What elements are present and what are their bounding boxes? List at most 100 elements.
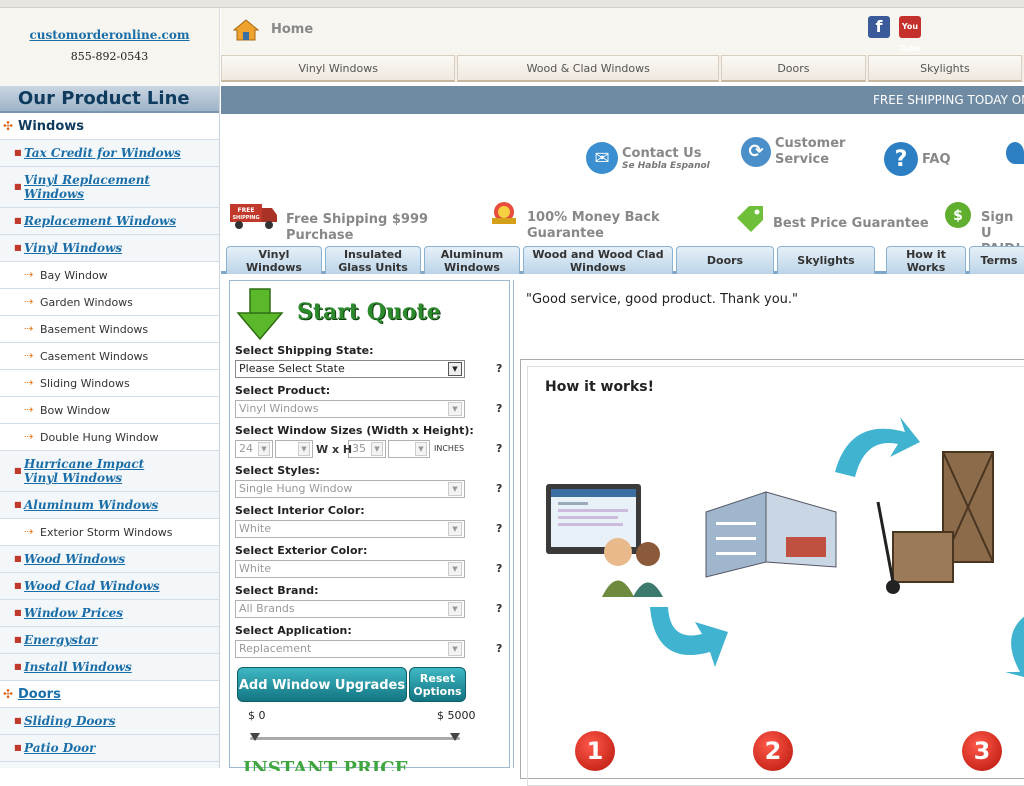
price-slider-max-handle[interactable] <box>450 733 460 741</box>
sidebar-item-label: Double Hung Window <box>40 430 159 444</box>
sidebar-item[interactable]: ⇢ Casement Windows <box>0 343 219 370</box>
sidebar-item[interactable]: ■ Sliding Doors <box>0 708 219 735</box>
add-window-upgrades-button[interactable]: Add Window Upgrades <box>237 667 407 702</box>
contact-us-link[interactable]: ✉ Contact Us Se Habla Espanol <box>586 142 710 174</box>
cat-tab-vinyl-windows[interactable]: Vinyl Windows <box>226 246 322 274</box>
sidebar-item-label: Wood Windows <box>24 552 126 566</box>
sidebar-item[interactable]: ⇢ Exterior Storm Windows <box>0 519 219 546</box>
free-shipping-line2: Purchase <box>286 228 354 243</box>
faq-link[interactable]: ? FAQ <box>884 142 951 176</box>
nav-tab-doors[interactable]: Doors <box>720 55 866 82</box>
cat-tab-wood-clad[interactable]: Wood and Wood Clad Windows <box>523 246 673 274</box>
product-help-icon[interactable]: ? <box>496 402 502 415</box>
sidebar-item[interactable]: ■ Energystar <box>0 627 219 654</box>
application-help-icon[interactable]: ? <box>496 642 502 655</box>
sidebar-item-label: Wood Clad Windows <box>24 579 160 593</box>
bullet-icon: ■ <box>14 716 22 725</box>
cat-tab-how-it-works[interactable]: How it Works <box>886 246 966 274</box>
reset-options-button[interactable]: Reset Options <box>409 667 466 702</box>
styles-select[interactable]: Single Hung Window ▼ <box>235 480 465 498</box>
start-quote-banner: Start Quote <box>235 287 465 343</box>
main-content: "Good service, good product. Thank you."… <box>513 280 1024 786</box>
start-quote-title: Start Quote <box>297 299 441 325</box>
sidebar-item[interactable]: ⇢ Garden Windows <box>0 289 219 316</box>
sidebar-item[interactable]: ✣ Doors <box>0 681 219 708</box>
computer-people-illustration <box>546 484 663 597</box>
customer-service-link[interactable]: ⟳ Customer Service <box>741 136 845 168</box>
sidebar-item[interactable]: ■ Wood Windows <box>0 546 219 573</box>
brand-value: All Brands <box>239 602 295 615</box>
interior-color-help-icon[interactable]: ? <box>496 522 502 535</box>
bullet-icon: ■ <box>14 743 22 752</box>
home-link[interactable]: Home <box>271 22 313 37</box>
nav-tab-skylights[interactable]: Skylights <box>867 55 1022 82</box>
brand-select[interactable]: All Brands ▼ <box>235 600 465 618</box>
te-link[interactable]: Te <box>1006 136 1024 170</box>
cat-tab-doors[interactable]: Doors <box>676 246 774 274</box>
width-select[interactable]: 24 ▼ <box>235 440 273 458</box>
sidebar-item[interactable]: ■ Wood Clad Windows <box>0 573 219 600</box>
price-range-slider[interactable] <box>250 733 460 741</box>
shipping-state-help-icon[interactable]: ? <box>496 362 502 375</box>
window-size-label: Select Window Sizes (Width x Height): <box>235 424 474 437</box>
exterior-color-select[interactable]: White ▼ <box>235 560 465 578</box>
sidebar-item[interactable]: ■ Window Prices <box>0 600 219 627</box>
sidebar-item[interactable]: ■ Vinyl Windows <box>0 235 219 262</box>
best-price-label: Best Price Guarantee <box>773 216 929 231</box>
sidebar-item[interactable]: ■ Replacement Windows <box>0 208 219 235</box>
sidebar-item[interactable]: ⇢ Bow Window <box>0 397 219 424</box>
bullet-icon: ■ <box>14 182 22 191</box>
dollar-icon: $ <box>945 202 971 228</box>
sidebar-item[interactable]: ⇢ Sliding Windows <box>0 370 219 397</box>
brand-help-icon[interactable]: ? <box>496 602 502 615</box>
cat-tab-skylights[interactable]: Skylights <box>777 246 875 274</box>
cat-tab-terms[interactable]: Terms <box>969 246 1024 274</box>
arrow-bullet-icon: ⇢ <box>24 525 34 538</box>
sidebar-item[interactable]: ■ Install Windows <box>0 654 219 681</box>
sidebar-item[interactable]: ⇢ Bay Window <box>0 262 219 289</box>
sidebar-item[interactable]: ✣ Windows <box>0 113 219 140</box>
sidebar-title: Our Product Line <box>0 86 219 113</box>
styles-help-icon[interactable]: ? <box>496 482 502 495</box>
nav-tab-vinyl-windows[interactable]: Vinyl Windows <box>221 55 456 82</box>
cat-tab-insulated-glass[interactable]: Insulated Glass Units <box>325 246 421 274</box>
sidebar-item-label: Window Prices <box>24 606 124 620</box>
height-select-value: 35 <box>352 442 366 455</box>
interior-color-select[interactable]: White ▼ <box>235 520 465 538</box>
sidebar-item[interactable]: ■ Patio Door <box>0 735 219 762</box>
sidebar-item[interactable]: ■ Tax Credit for Windows <box>0 140 219 167</box>
nav-tab-wood-clad-windows[interactable]: Wood & Clad Windows <box>457 55 719 82</box>
price-max-label: $ 5000 <box>437 709 476 722</box>
exterior-color-help-icon[interactable]: ? <box>496 562 502 575</box>
sidebar-item[interactable]: ■ Vinyl Replacement Windows <box>0 167 219 208</box>
cat-tab-aluminum-windows[interactable]: Aluminum Windows <box>424 246 520 274</box>
height-fraction-select[interactable]: ▼ <box>388 440 430 458</box>
facebook-icon[interactable]: f <box>868 16 890 38</box>
sidebar-item[interactable]: ■ Aluminum Windows <box>0 492 219 519</box>
trust-badges: FREE SHIPPING Free Shipping $999 Purchase… <box>221 198 1024 257</box>
home-icon[interactable] <box>233 18 259 42</box>
arrow-bullet-icon: ⇢ <box>24 322 34 335</box>
height-select[interactable]: 35 ▼ <box>348 440 386 458</box>
bullet-icon: ■ <box>14 466 22 475</box>
sidebar-item[interactable]: ■Exterior Doors <box>0 762 219 768</box>
window-size-help-icon[interactable]: ? <box>496 442 502 455</box>
price-slider-min-handle[interactable] <box>250 733 260 741</box>
application-select[interactable]: Replacement ▼ <box>235 640 465 658</box>
width-by-height-label: W x H <box>316 443 353 456</box>
width-fraction-select[interactable]: ▼ <box>275 440 313 458</box>
sidebar-item[interactable]: ■ Hurricane Impact Vinyl Windows <box>0 451 219 492</box>
youtube-icon[interactable]: You Tube <box>899 16 921 53</box>
product-select[interactable]: Vinyl Windows ▼ <box>235 400 465 418</box>
sidebar-item-label: Doors <box>18 686 61 702</box>
sign-up-line1: Sign U <box>981 210 1014 241</box>
sidebar-item-label: Bow Window <box>40 403 111 417</box>
styles-value: Single Hung Window <box>239 482 353 495</box>
contact-icon: ✉ <box>586 142 618 174</box>
building-illustration <box>705 491 837 578</box>
shipping-state-select[interactable]: Please Select State ▼ <box>235 360 465 378</box>
sidebar-item[interactable]: ⇢ Basement Windows <box>0 316 219 343</box>
sidebar-item[interactable]: ⇢ Double Hung Window <box>0 424 219 451</box>
site-domain-link[interactable]: customorderonline.com <box>0 28 219 42</box>
bullet-icon: ■ <box>14 581 22 590</box>
